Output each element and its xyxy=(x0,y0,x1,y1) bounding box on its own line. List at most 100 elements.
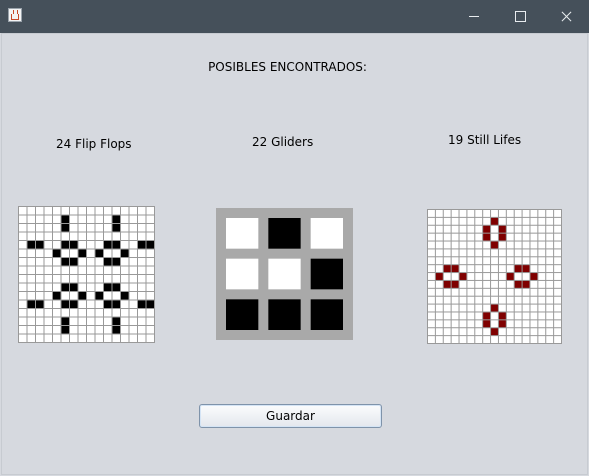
dead-cell xyxy=(498,257,506,265)
dead-cell xyxy=(78,309,86,317)
dead-cell xyxy=(530,280,538,288)
close-icon[interactable] xyxy=(543,0,589,33)
dead-cell xyxy=(498,217,506,225)
dead-cell xyxy=(554,288,561,296)
dead-cell xyxy=(522,304,530,312)
dead-cell xyxy=(138,258,146,266)
dead-cell xyxy=(506,233,514,241)
dead-cell xyxy=(104,249,112,257)
dead-cell xyxy=(538,241,546,249)
dead-cell xyxy=(475,304,483,312)
live-cell xyxy=(112,215,120,223)
dead-cell xyxy=(475,265,483,273)
dead-cell xyxy=(19,207,27,215)
dead-cell xyxy=(121,241,129,249)
dead-cell xyxy=(27,309,35,317)
dead-cell xyxy=(226,258,259,290)
dead-cell xyxy=(95,326,103,334)
dead-cell xyxy=(491,288,498,296)
dead-cell xyxy=(498,273,506,280)
dead-cell xyxy=(146,326,154,334)
dead-cell xyxy=(95,334,103,342)
dead-cell xyxy=(78,326,86,334)
dead-cell xyxy=(443,233,451,241)
dead-cell xyxy=(27,207,35,215)
live-cell xyxy=(70,258,78,266)
dead-cell xyxy=(467,257,475,265)
dead-cell xyxy=(129,215,137,223)
dead-cell xyxy=(459,257,467,265)
dead-cell xyxy=(435,296,443,304)
dead-cell xyxy=(443,336,451,343)
dead-cell xyxy=(435,312,443,320)
dead-cell xyxy=(27,232,35,240)
dead-cell xyxy=(36,334,44,342)
maximize-icon[interactable] xyxy=(497,0,543,33)
dead-cell xyxy=(538,210,546,217)
dead-cell xyxy=(70,275,78,283)
minimize-icon[interactable] xyxy=(451,0,497,33)
dead-cell xyxy=(70,326,78,334)
save-button[interactable]: Guardar xyxy=(199,404,382,428)
live-cell xyxy=(112,258,120,266)
dead-cell xyxy=(53,326,61,334)
dead-cell xyxy=(70,292,78,300)
dead-cell xyxy=(19,275,27,283)
dead-cell xyxy=(522,225,530,233)
dead-cell xyxy=(530,304,538,312)
dead-cell xyxy=(546,233,554,241)
dead-cell xyxy=(95,266,103,274)
dead-cell xyxy=(491,210,498,217)
dead-cell xyxy=(19,300,27,308)
dead-cell xyxy=(27,224,35,232)
dead-cell xyxy=(78,300,86,308)
dead-cell xyxy=(435,241,443,249)
dead-cell xyxy=(546,249,554,257)
dead-cell xyxy=(27,334,35,342)
dead-cell xyxy=(435,225,443,233)
live-cell xyxy=(78,249,86,257)
live-cell xyxy=(112,283,120,291)
dead-cell xyxy=(459,265,467,273)
dead-cell xyxy=(36,249,44,257)
dead-cell xyxy=(506,241,514,249)
dead-cell xyxy=(53,283,61,291)
dead-cell xyxy=(44,283,52,291)
dead-cell xyxy=(104,215,112,223)
dead-cell xyxy=(104,326,112,334)
dead-cell xyxy=(514,320,522,328)
dead-cell xyxy=(146,275,154,283)
dead-cell xyxy=(53,207,61,215)
dead-cell xyxy=(475,320,483,328)
live-cell xyxy=(27,300,35,308)
dead-cell xyxy=(538,217,546,225)
dead-cell xyxy=(546,328,554,336)
dead-cell xyxy=(95,207,103,215)
dead-cell xyxy=(428,304,435,312)
dead-cell xyxy=(19,334,27,342)
dead-cell xyxy=(129,266,137,274)
dead-cell xyxy=(506,225,514,233)
dead-cell xyxy=(498,241,506,249)
dead-cell xyxy=(87,334,95,342)
dead-cell xyxy=(443,312,451,320)
dead-cell xyxy=(428,265,435,273)
live-cell xyxy=(78,292,86,300)
dead-cell xyxy=(95,309,103,317)
dead-cell xyxy=(443,328,451,336)
dead-cell xyxy=(506,217,514,225)
live-cell xyxy=(310,258,343,290)
dead-cell xyxy=(483,257,491,265)
dead-cell xyxy=(522,288,530,296)
dead-cell xyxy=(443,273,451,280)
dead-cell xyxy=(483,241,491,249)
live-cell xyxy=(112,224,120,232)
dead-cell xyxy=(514,328,522,336)
live-cell xyxy=(522,280,530,288)
live-cell xyxy=(61,215,69,223)
dead-cell xyxy=(27,275,35,283)
dead-cell xyxy=(554,210,561,217)
dead-cell xyxy=(36,215,44,223)
dead-cell xyxy=(78,224,86,232)
dead-cell xyxy=(112,266,120,274)
